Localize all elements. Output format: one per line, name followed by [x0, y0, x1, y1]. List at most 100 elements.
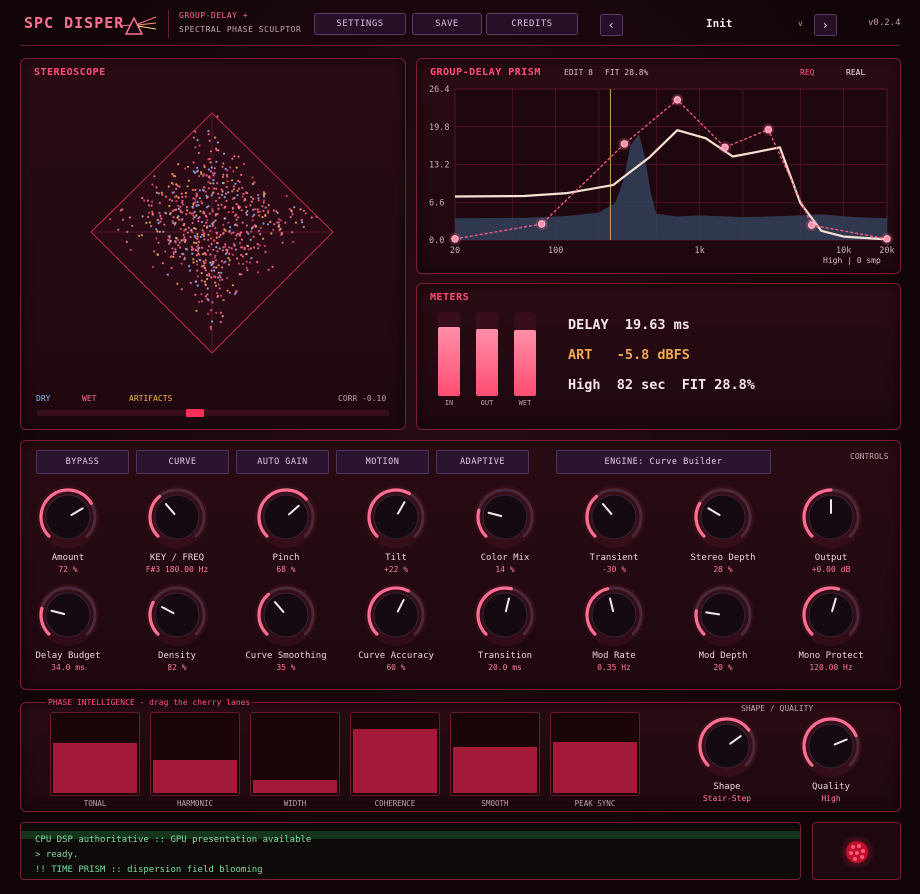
scope-point — [217, 192, 220, 195]
scope-point — [256, 260, 259, 264]
scope-point — [206, 249, 209, 252]
scope-point — [202, 260, 205, 263]
scope-point — [141, 196, 144, 200]
scope-point — [220, 203, 223, 206]
scope-point — [174, 250, 177, 253]
scope-point — [221, 278, 224, 281]
scope-point — [224, 243, 227, 246]
scope-point — [294, 221, 297, 224]
auto-gain-button[interactable]: AUTO GAIN — [236, 450, 329, 474]
scope-point — [207, 133, 210, 136]
knob-tilt[interactable] — [364, 485, 428, 553]
subtitle-line1: GROUP-DELAY + — [179, 11, 249, 20]
preset-name[interactable]: Init — [706, 17, 733, 30]
lane-fill — [353, 729, 437, 793]
knob-amount[interactable] — [36, 485, 100, 553]
scope-point — [232, 242, 235, 245]
knob-output[interactable] — [799, 485, 863, 553]
curve-button[interactable]: CURVE — [136, 450, 229, 474]
settings-button[interactable]: SETTINGS — [314, 13, 406, 35]
quality-knob[interactable] — [799, 714, 863, 782]
scope-point — [210, 166, 213, 169]
scope-point — [238, 241, 242, 245]
scope-point — [209, 182, 212, 185]
lane-coherence[interactable] — [350, 712, 440, 796]
scope-point — [141, 215, 144, 218]
save-button[interactable]: SAVE — [412, 13, 482, 35]
artifact-readout: ART -5.8 dBFS — [568, 347, 690, 363]
scope-point — [232, 185, 236, 188]
knob-curve-accuracy[interactable] — [364, 583, 428, 651]
scope-point — [200, 272, 203, 275]
scope-point — [206, 219, 209, 222]
knob-mono-protect[interactable] — [799, 583, 863, 651]
scope-point — [156, 218, 159, 222]
scope-point — [193, 210, 196, 213]
knob-curve-smoothing[interactable] — [254, 583, 318, 651]
knob-transition[interactable] — [473, 583, 537, 651]
scope-point — [187, 226, 190, 229]
knob-density[interactable] — [145, 583, 209, 651]
scope-point — [213, 266, 216, 269]
scope-point — [292, 240, 295, 243]
scope-point — [194, 146, 197, 149]
credits-button[interactable]: CREDITS — [486, 13, 578, 35]
scope-point — [171, 247, 174, 250]
knob-mod-rate[interactable] — [582, 583, 646, 651]
adaptive-button[interactable]: ADAPTIVE — [436, 450, 529, 474]
knob-transient[interactable] — [582, 485, 646, 553]
shape-knob[interactable] — [695, 714, 759, 782]
scope-point — [208, 139, 211, 142]
scope-point — [197, 175, 201, 178]
engine-selector[interactable]: ENGINE: Curve Builder — [556, 450, 771, 474]
lane-width[interactable] — [250, 712, 340, 796]
next-preset-button[interactable]: › — [814, 14, 837, 36]
bypass-button[interactable]: BYPASS — [36, 450, 129, 474]
lane-harmonic[interactable] — [150, 712, 240, 796]
knob-value: High — [821, 794, 841, 803]
scope-point — [221, 190, 224, 193]
scope-point — [267, 204, 270, 207]
scope-point — [121, 208, 124, 211]
scope-point — [235, 291, 238, 294]
scope-point — [204, 259, 207, 262]
scope-point — [153, 250, 156, 253]
scope-point — [156, 253, 159, 256]
lane-peak-sync[interactable] — [550, 712, 640, 796]
scope-point — [171, 172, 174, 176]
scope-point — [237, 155, 240, 158]
scope-point — [202, 186, 205, 189]
scope-point — [267, 209, 270, 212]
scope-point — [252, 246, 256, 249]
lane-smooth[interactable] — [450, 712, 540, 796]
preset-dropdown-caret[interactable]: v — [798, 19, 803, 28]
lane-tonal[interactable] — [50, 712, 140, 796]
scope-point — [177, 163, 180, 166]
scope-point — [212, 172, 215, 175]
scope-point — [216, 295, 219, 298]
prev-preset-button[interactable]: ‹ — [600, 14, 623, 36]
scope-point — [226, 251, 229, 254]
scope-point — [310, 216, 313, 219]
delay-readout: DELAY 19.63 ms — [568, 317, 690, 333]
knob-pinch[interactable] — [254, 485, 318, 553]
group-delay-chart[interactable]: 26.4 19.8 13.2 6.6 0.0 20 100 1k 10k 20k — [417, 59, 902, 259]
knob-mod-depth[interactable] — [691, 583, 755, 651]
scope-point — [196, 170, 199, 173]
scope-point — [205, 221, 208, 224]
knob-delay-budget[interactable] — [36, 583, 100, 651]
scope-point — [178, 241, 181, 244]
scope-point — [243, 246, 246, 249]
scope-point — [195, 204, 198, 207]
knob-color-mix[interactable] — [473, 485, 537, 553]
knob-stereo-depth[interactable] — [691, 485, 755, 553]
knob-key-freq[interactable] — [145, 485, 209, 553]
scope-point — [159, 215, 162, 218]
scope-point — [229, 166, 232, 169]
prism-logo-icon — [120, 16, 157, 35]
scope-point — [218, 287, 221, 290]
scope-point — [214, 281, 217, 284]
scope-point — [228, 291, 231, 294]
motion-button[interactable]: MOTION — [336, 450, 429, 474]
scope-point — [217, 264, 220, 267]
